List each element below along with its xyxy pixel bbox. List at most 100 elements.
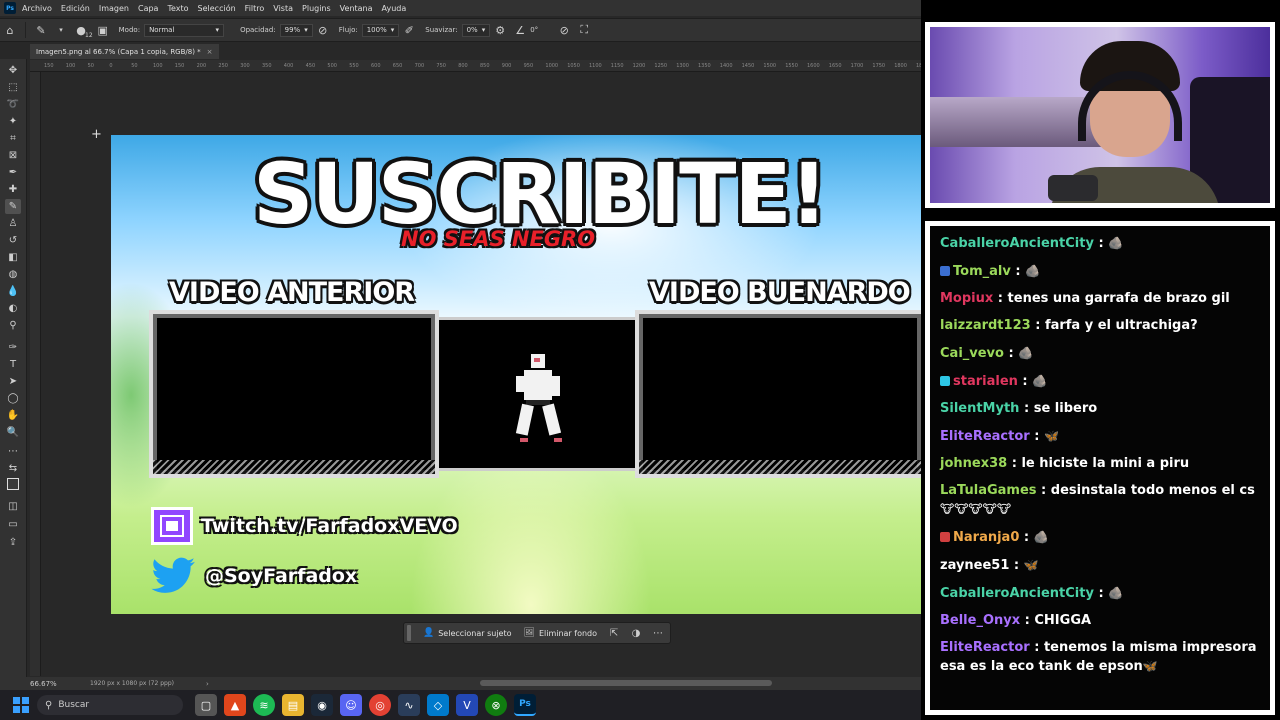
eyedropper-icon[interactable]: ✒ [5,165,21,180]
home-icon[interactable]: ⌂ [2,22,18,38]
stamp-tool-icon[interactable]: ♙ [5,216,21,231]
gear-icon[interactable]: ⚙ [492,22,508,38]
history-brush-icon[interactable]: ↺ [5,233,21,248]
flow-input[interactable]: 100% ▾ [361,23,400,37]
brush-tool-icon[interactable]: ✎ [5,199,21,214]
magic-wand-icon[interactable]: ✦ [5,114,21,129]
menu-filtro[interactable]: Filtro [245,4,265,13]
adjust-icon[interactable]: ◑ [625,628,647,639]
paint-bucket-icon[interactable]: ◍ [5,267,21,282]
type-tool-icon[interactable]: T [5,357,21,372]
menu-seleccion[interactable]: Selección [198,4,236,13]
vs-code-icon[interactable]: ◇ [427,694,449,716]
file-explorer-icon[interactable]: ▤ [282,694,304,716]
chat-username[interactable]: Tom_alv [953,264,1011,279]
opacity-input[interactable]: 99% ▾ [279,23,313,37]
menu-capa[interactable]: Capa [138,4,158,13]
photoshop-taskbar-icon[interactable]: Ps [514,694,536,716]
frame-tool-icon[interactable]: ⊠ [5,148,21,163]
smooth-input[interactable]: 0% ▾ [461,23,491,37]
discord-icon[interactable]: ☺ [340,694,362,716]
brush-tool-icon[interactable]: ✎ [33,22,49,38]
photoshop-window: Ps Archivo Edición Imagen Capa Texto Sel… [0,0,921,690]
task-view-icon[interactable]: ▢ [195,694,217,716]
chrome-icon[interactable]: ◎ [369,694,391,716]
zoom-level[interactable]: 66.67% [30,680,90,688]
pen-tool-icon[interactable]: ✑ [5,340,21,355]
symmetry-icon[interactable]: ⛶ [576,22,592,38]
share-icon[interactable]: ⇪ [5,535,21,550]
chat-username[interactable]: LaTulaGames [940,483,1037,498]
airbrush-icon[interactable]: ✐ [401,22,417,38]
foreground-color-icon[interactable] [5,476,21,491]
menu-ayuda[interactable]: Ayuda [382,4,407,13]
brave-browser-icon[interactable]: ▲ [224,694,246,716]
angle-icon[interactable]: ∠ [512,22,528,38]
zoom-tool-icon[interactable]: 🔍 [5,425,21,440]
shape-tool-icon[interactable]: ◯ [5,391,21,406]
hand-tool-icon[interactable]: ✋ [5,408,21,423]
artwork-canvas[interactable]: SUSCRIBITE! NO SEAS NEGRO VIDEO ANTERIOR… [111,135,921,614]
drag-handle[interactable] [407,625,411,641]
taskbar-search[interactable]: ⚲ Buscar [37,695,183,715]
chat-username[interactable]: johnex38 [940,456,1007,471]
menu-edicion[interactable]: Edición [61,4,90,13]
ruler-left [30,72,41,676]
crop-tool-icon[interactable]: ⌗ [5,131,21,146]
menu-archivo[interactable]: Archivo [22,4,52,13]
transform-icon[interactable]: ⇱ [603,628,625,639]
chat-username[interactable]: Naranja0 [953,530,1019,545]
chat-username[interactable]: Belle_Onyx [940,613,1020,628]
steam-icon[interactable]: ◉ [311,694,333,716]
menu-texto[interactable]: Texto [167,4,188,13]
chat-username[interactable]: SilentMyth [940,401,1019,416]
twitch-icon [151,507,193,545]
sponge-icon[interactable]: ⚲ [5,318,21,333]
blur-tool-icon[interactable]: 💧 [5,284,21,299]
document-tab[interactable]: Imagen5.png al 66.7% (Capa 1 copia, RGB/… [30,44,219,59]
menu-plugins[interactable]: Plugins [302,4,331,13]
lasso-tool-icon[interactable]: ➰ [5,97,21,112]
healing-brush-icon[interactable]: ✚ [5,182,21,197]
swap-colors-icon[interactable]: ⇆ [5,461,21,476]
marquee-tool-icon[interactable]: ⬚ [5,80,21,95]
pressure-size-icon[interactable]: ⊘ [556,22,572,38]
chat-username[interactable]: starialen [953,374,1018,389]
chat-username[interactable]: Cai_vevo [940,346,1004,361]
windows-start-icon[interactable] [13,697,29,713]
dodge-tool-icon[interactable]: ◐ [5,301,21,316]
select-subject-label: Seleccionar sujeto [438,628,512,638]
select-subject-button[interactable]: 👤 Seleccionar sujeto [417,624,518,642]
horizontal-scrollbar[interactable] [480,680,772,686]
chat-username[interactable]: Mopiux [940,291,993,306]
screen-mode-icon[interactable]: ▭ [5,517,21,532]
move-tool-icon[interactable]: ✥ [5,63,21,78]
chat-username[interactable]: EliteReactor [940,429,1030,444]
vegas-icon[interactable]: V [456,694,478,716]
chevron-right-icon[interactable]: › [206,680,209,688]
path-selection-icon[interactable]: ➤ [5,374,21,389]
chat-username[interactable]: CaballeroAncientCity [940,586,1094,601]
pressure-opacity-icon[interactable]: ⊘ [315,22,331,38]
chat-username[interactable]: laizzardt123 [940,318,1031,333]
eraser-icon[interactable]: ◧ [5,250,21,265]
mode-select[interactable]: Normal ▾ [144,23,225,37]
menu-imagen[interactable]: Imagen [99,4,129,13]
more-options-icon[interactable]: ⋯ [647,628,669,639]
remove-background-button[interactable]: 🖼 Eliminar fondo [518,624,604,642]
flow-value: 100% [366,26,387,34]
angle-value[interactable]: 0° [530,26,538,34]
chat-username[interactable]: zaynee51 [940,558,1009,573]
menu-ventana[interactable]: Ventana [340,4,373,13]
menu-vista[interactable]: Vista [273,4,293,13]
quick-mask-icon[interactable]: ◫ [5,499,21,514]
brush-panel-icon[interactable]: ▣ [95,22,111,38]
chat-username[interactable]: EliteReactor [940,640,1030,655]
spotify-icon[interactable]: ≋ [253,694,275,716]
chevron-down-icon[interactable]: ▾ [53,22,69,38]
chat-username[interactable]: CaballeroAncientCity [940,236,1094,251]
audio-app-icon[interactable]: ∿ [398,694,420,716]
xbox-app-icon[interactable]: ⊗ [485,694,507,716]
close-icon[interactable]: × [207,48,213,56]
more-tools-icon[interactable]: ⋯ [5,444,21,459]
